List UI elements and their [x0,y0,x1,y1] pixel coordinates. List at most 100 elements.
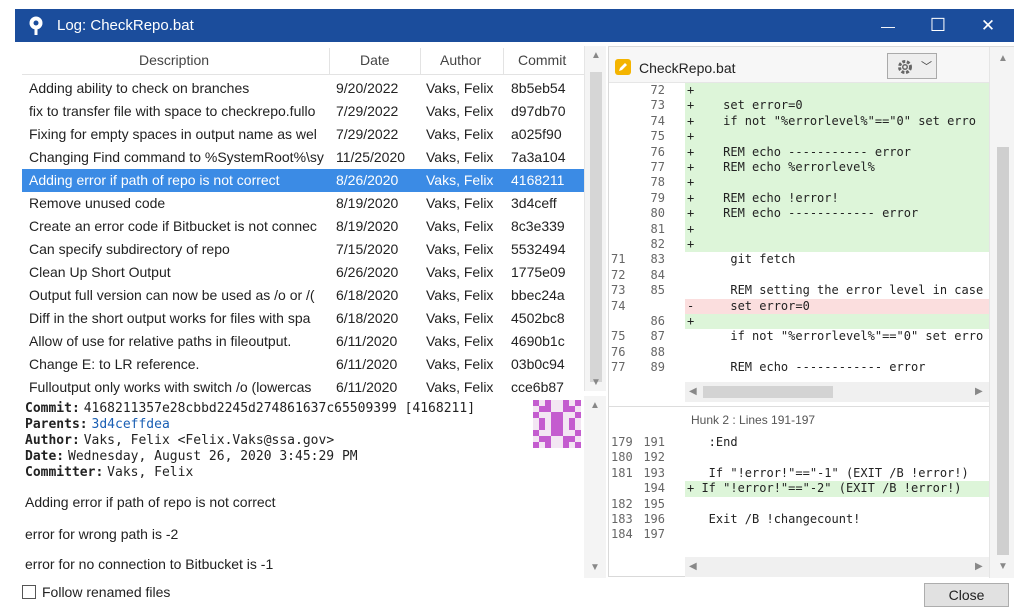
commit-hash-short: 8b5eb54 [511,80,566,96]
maximize-button[interactable]: ☐ [913,9,963,42]
old-line-number: 73 [611,283,626,298]
details-scrollbar[interactable]: ▲ ▼ [584,396,606,578]
diff-vertical-scrollbar[interactable]: ▲ ▼ [989,47,1014,578]
scroll-thumb[interactable] [703,386,833,398]
commit-hash-short: 4690b1c [511,333,565,349]
commit-row[interactable]: Fixing for empty spaces in output name a… [22,123,584,146]
column-description[interactable]: Description [139,52,209,68]
commit-row[interactable]: Allow of use for relative paths in fileo… [22,330,584,353]
old-line-number: 71 [611,252,626,267]
close-button[interactable]: Close [924,583,1009,607]
scroll-down-icon[interactable]: ▼ [591,377,601,388]
diff-line: 179 191 :End [609,435,989,450]
scroll-up-icon[interactable]: ▲ [591,50,601,61]
scroll-right-icon[interactable]: ▶ [975,386,983,397]
commit-date: 11/25/2020 [336,149,406,165]
diff-code: + REM echo !error! [685,190,989,207]
commit-date: 8/19/2020 [336,218,399,234]
commit-row[interactable]: Diff in the short output works for files… [22,307,584,330]
column-commit[interactable]: Commit [518,52,566,68]
scroll-right-icon[interactable]: ▶ [975,561,983,572]
chevron-down-icon: ﹀ [921,61,932,73]
commit-hash-short: 4502bc8 [511,310,565,326]
diff-code: + [685,129,989,145]
commit-row[interactable]: Can specify subdirectory of repo 7/15/202… [22,238,584,261]
file-name: CheckRepo.bat [639,60,736,76]
diff-line: 75 87 if not "%errorlevel%"=="0" set erro [609,329,989,344]
minimize-button[interactable]: — [863,9,913,42]
commit-row[interactable]: Clean Up Short Output 6/26/2020 Vaks, Feli… [22,261,584,284]
new-line-number: 84 [650,267,665,282]
close-window-button[interactable]: ✕ [963,9,1013,42]
scroll-down-icon[interactable]: ▼ [590,562,600,573]
commit-date: 6/11/2020 [336,333,398,349]
diff-code: + [685,314,989,330]
diff-code [685,345,989,360]
commit-date: 6/18/2020 [336,287,399,303]
diff-code: + If "!error!"=="-2" (EXIT /B !error!) [685,481,989,497]
commit-row[interactable]: Remove unused code 8/19/2020 Vaks, Felix 3d… [22,192,584,215]
commit-description: Allow of use for relative paths in fileo… [29,333,292,349]
diff-line: 183 196 Exit /B !changecount! [609,512,989,527]
commit-date: 8/19/2020 [336,195,399,211]
diff-horizontal-scrollbar[interactable]: ◀ ▶ [685,557,989,577]
commit-row[interactable]: Adding ability to check on branches 9/20/… [22,77,584,100]
diff-horizontal-scrollbar[interactable]: ◀ ▶ [685,382,989,402]
commit-row[interactable]: Changing Find command to %SystemRoot%\sy… [22,146,584,169]
new-line-number: 85 [650,283,665,298]
diff-line: 184 197 [609,527,989,542]
commit-description: Fixing for empty spaces in output name a… [29,126,317,142]
commit-author: Vaks, Felix [426,149,494,165]
new-line-number: 82 [650,237,665,251]
diff-code: Exit /B !changecount! [687,512,861,526]
scroll-thumb[interactable] [590,72,602,382]
old-line-number: 76 [611,344,626,359]
diff-line: 80 + REM echo ------------ error [609,206,989,222]
follow-renamed-files[interactable]: Follow renamed files [22,584,170,600]
column-date[interactable]: Date [360,52,390,68]
commit-hash-short: bbec24a [511,287,565,303]
diff-line: 76 + REM echo ----------- error [609,144,989,160]
follow-renamed-checkbox[interactable] [22,585,36,599]
new-line-number: 73 [650,98,665,113]
diff-code: + [685,237,989,253]
commit-author: Vaks, Felix [426,356,494,372]
parent-link[interactable]: 3d4ceffdea [92,417,170,432]
scroll-thumb[interactable] [997,147,1009,555]
new-line-number: 195 [643,496,665,511]
diff-line: 76 88 [609,345,989,360]
commit-hash-short: 3d4ceff [511,195,557,211]
scroll-down-icon[interactable]: ▼ [998,561,1008,572]
diff-line: 79 + REM echo !error! [609,190,989,207]
diff-line: 77 + REM echo %errorlevel% [609,160,989,176]
commit-row[interactable]: Adding error if path of repo is not corr… [22,169,584,192]
commit-row[interactable]: Output full version can now be used as /… [22,284,584,307]
old-line-number: 181 [611,465,633,480]
diff-code: + if not "%errorlevel%"=="0" set erro [685,113,989,130]
commit-author: Vaks, Felix [426,195,494,211]
new-line-number: 88 [650,344,665,359]
diff-hunk-2: 179 191 :End 180 192 181 193 If "!error!"=="-… [609,435,989,555]
diff-line: 73 85 REM setting the error level in case [609,283,989,298]
commit-list-scrollbar[interactable]: ▲ ▼ [584,46,606,391]
old-line-number: 72 [611,267,626,282]
commit-description: Remove unused code [29,195,166,211]
scroll-up-icon[interactable]: ▲ [590,400,600,411]
settings-dropdown-button[interactable]: ﹀ [887,53,937,79]
old-line-number: 179 [611,435,633,449]
scroll-left-icon[interactable]: ◀ [689,561,697,572]
commit-row[interactable]: Change E: to LR reference. 6/11/2020 Vaks,… [22,353,584,376]
diff-panel: CheckRepo.bat ﹀ 72 +73 + set error=0 74 + if… [608,46,1014,578]
scroll-up-icon[interactable]: ▲ [998,53,1008,64]
commit-hash-short: 5532494 [511,241,566,257]
new-line-number: 78 [650,175,665,190]
sourcetree-icon [29,16,43,35]
commit-author: Vaks, Felix [426,218,494,234]
commit-description: Output full version can now be used as /… [29,287,315,303]
diff-line: 77 89 REM echo ------------ error [609,360,989,371]
commit-row[interactable]: Create an error code if Bitbucket is not… [22,215,584,238]
commit-row[interactable]: fix to transfer file with space to check… [22,100,584,123]
diff-line: 72 84 [609,268,989,283]
column-author[interactable]: Author [440,52,481,68]
scroll-left-icon[interactable]: ◀ [689,386,697,397]
